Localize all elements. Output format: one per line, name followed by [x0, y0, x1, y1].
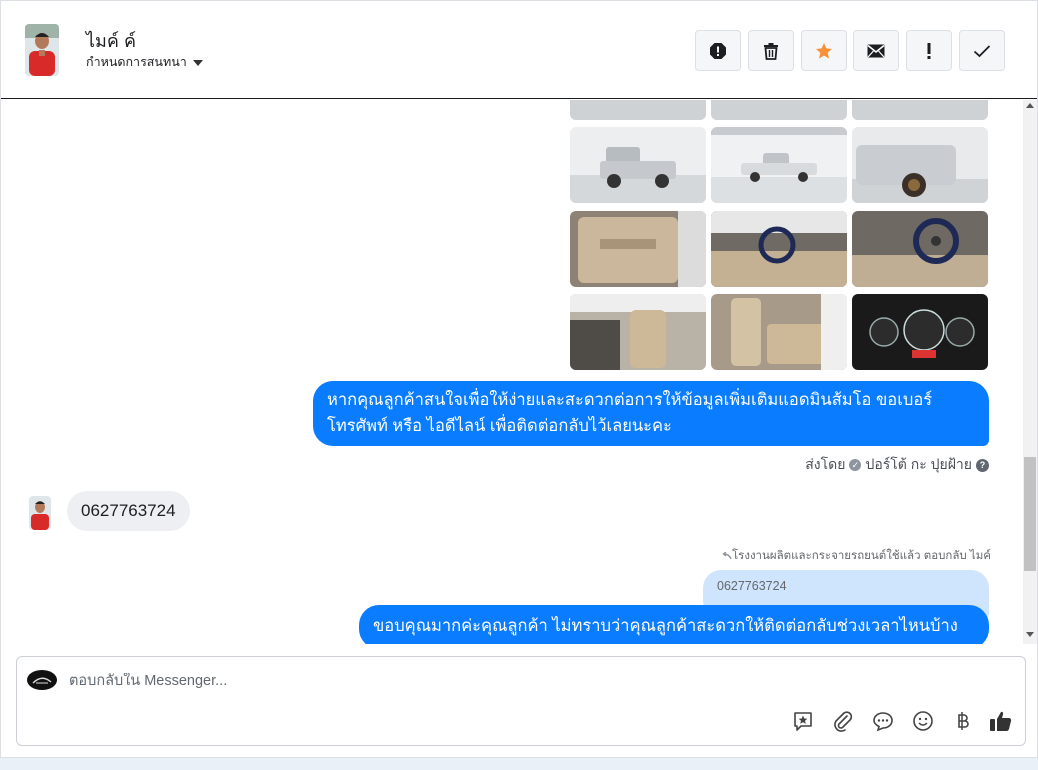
car-photo[interactable] — [570, 211, 706, 287]
envelope-icon — [867, 44, 885, 57]
car-photo[interactable] — [711, 294, 847, 370]
reply-input[interactable] — [69, 673, 769, 689]
conversation-settings-dropdown[interactable]: กำหนดการสนทนา — [86, 52, 203, 72]
emoji-icon[interactable] — [911, 709, 935, 733]
car-photo[interactable] — [711, 211, 847, 287]
exclamation-icon — [927, 42, 931, 59]
star-icon — [816, 42, 832, 58]
important-button[interactable] — [906, 30, 952, 71]
help-icon[interactable]: ? — [976, 458, 989, 472]
conversation-header: ไมค์ ค์ กำหนดการสนทนา — [1, 1, 1037, 99]
message-thread[interactable]: หากคุณลูกค้าสนใจเพื่อให้ง่ายและสะดวกต่อก… — [1, 100, 1023, 644]
page-logo — [27, 670, 57, 690]
reply-note-text: โรงงานผลิตและกระจายรถยนต์ใช้แล้ว ตอบกลับ… — [731, 550, 991, 562]
conversation-settings-label: กำหนดการสนทนา — [86, 55, 187, 69]
check-icon — [973, 44, 991, 57]
contact-avatar-small[interactable] — [29, 496, 51, 530]
scroll-down-arrow-icon[interactable] — [1026, 632, 1034, 637]
conversation-panel: ไมค์ ค์ กำหนดการสนทนา หากคุณลูกค้าสนใจเพ… — [0, 0, 1038, 758]
mark-unread-button[interactable] — [853, 30, 899, 71]
spam-button[interactable] — [695, 30, 741, 71]
reply-note: โรงงานผลิตและกระจายรถยนต์ใช้แล้ว ตอบกลับ… — [722, 547, 991, 565]
car-photo[interactable] — [570, 127, 706, 203]
car-photo[interactable] — [852, 100, 988, 120]
attachment-icon[interactable] — [831, 709, 855, 733]
verified-icon: ✓ — [849, 459, 862, 471]
car-photo[interactable] — [570, 294, 706, 370]
outgoing-message-bubble[interactable]: หากคุณลูกค้าสนใจเพื่อให้ง่ายและสะดวกต่อก… — [313, 381, 989, 446]
reply-composer — [16, 656, 1026, 746]
message-text: ขอบคุณมากค่ะคุณลูกค้า ไม่ทราบว่าคุณลูกค้… — [373, 617, 958, 644]
outgoing-message-bubble[interactable]: ขอบคุณมากค่ะคุณลูกค้า ไม่ทราบว่าคุณลูกค้… — [359, 605, 989, 644]
chat-bubble-icon[interactable] — [871, 709, 895, 733]
car-photo[interactable] — [852, 294, 988, 370]
thread-scrollbar[interactable] — [1023, 100, 1037, 644]
thumbs-up-icon[interactable] — [989, 709, 1013, 733]
scrollbar-thumb[interactable] — [1024, 457, 1036, 571]
car-photo[interactable] — [570, 100, 706, 120]
trash-icon — [764, 42, 778, 60]
caret-down-icon — [192, 59, 203, 66]
scroll-up-arrow-icon[interactable] — [1026, 103, 1034, 108]
car-photo[interactable] — [852, 127, 988, 203]
sender-name[interactable]: ปอร์โต้ กะ ปุยฝ้าย — [865, 454, 972, 476]
sent-by-note: ส่งโดย ✓ ปอร์โต้ กะ ปุยฝ้าย ? — [805, 454, 989, 476]
delete-button[interactable] — [748, 30, 794, 71]
contact-avatar[interactable] — [25, 24, 59, 76]
car-photo[interactable] — [852, 211, 988, 287]
mark-done-button[interactable] — [959, 30, 1005, 71]
reply-arrow-icon — [722, 551, 732, 560]
baht-icon[interactable] — [951, 709, 975, 733]
car-photo[interactable] — [711, 100, 847, 120]
message-text: หากคุณลูกค้าสนใจเพื่อให้ง่ายและสะดวกต่อก… — [327, 391, 933, 435]
saved-reply-icon[interactable] — [791, 709, 815, 733]
contact-name[interactable]: ไมค์ ค์ — [86, 26, 136, 55]
sent-by-label: ส่งโดย — [805, 456, 846, 472]
alert-octagon-icon — [710, 42, 726, 59]
star-button[interactable] — [801, 30, 847, 71]
car-photo[interactable] — [711, 127, 847, 203]
incoming-message-bubble[interactable]: 0627763724 — [67, 491, 190, 531]
